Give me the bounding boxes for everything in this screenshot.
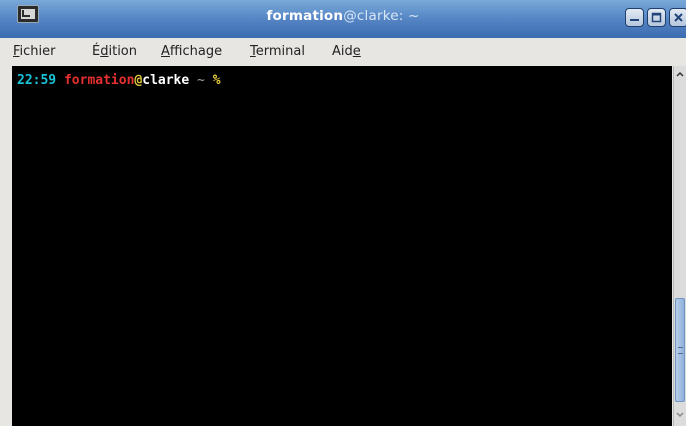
prompt-host: clarke [142,73,190,88]
vertical-scrollbar[interactable] [673,66,686,426]
menu-terminal[interactable]: Terminal [250,44,305,59]
prompt-symbol: % [212,73,221,88]
terminal-window: formation@clarke: ~ Fichier Édition Affi… [0,0,686,426]
menu-aide[interactable]: Aide [332,44,361,59]
title-user: formation [266,8,344,24]
maximize-icon [651,12,662,23]
prompt-cwd: ~ [197,73,205,88]
scroll-down-arrow-icon[interactable] [674,404,686,426]
maximize-button[interactable] [647,8,666,27]
prompt-user: formation [63,73,135,88]
menu-bar: Fichier Édition Affichage Terminal Aide [0,38,686,65]
scroll-thumb[interactable] [675,298,685,402]
title-host: @clarke: ~ [343,8,420,24]
scroll-up-arrow-icon[interactable] [674,66,686,84]
minimize-button[interactable] [625,8,644,27]
close-icon [674,13,683,22]
window-title: formation@clarke: ~ [0,0,686,33]
menu-edition[interactable]: Édition [92,44,137,59]
terminal-area[interactable]: 22:59 formation@clarke ~ % [12,66,672,426]
minimize-icon [630,19,639,21]
menu-affichage[interactable]: Affichage [161,44,222,59]
prompt-time: 22:59 [17,73,57,88]
shell-prompt: 22:59 formation@clarke ~ % [17,73,221,88]
menu-fichier[interactable]: Fichier [13,44,56,59]
title-bar[interactable]: formation@clarke: ~ [0,0,686,38]
close-button[interactable] [669,8,686,27]
